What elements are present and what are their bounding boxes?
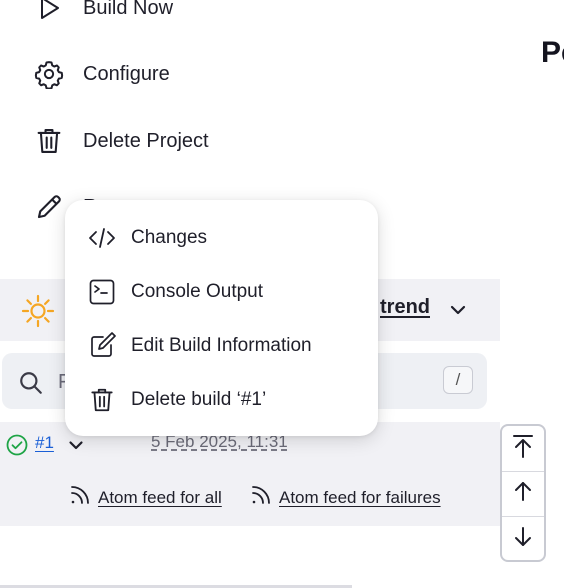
menu-item-label: Changes bbox=[131, 227, 208, 248]
build-number-link[interactable]: #1 bbox=[35, 433, 54, 453]
menu-item-changes[interactable]: Changes bbox=[87, 218, 207, 258]
atom-feed-failures-label: Atom feed for failures bbox=[279, 487, 441, 507]
menu-item-delete-build[interactable]: Delete build ‘#1’ bbox=[87, 380, 266, 420]
pencil-icon bbox=[33, 191, 65, 223]
sidebar-item-label: Build Now bbox=[83, 0, 174, 19]
build-menu-chevron-icon[interactable] bbox=[67, 436, 85, 459]
sidebar-item-build-now[interactable]: Build Now bbox=[33, 0, 173, 28]
success-status-icon bbox=[6, 434, 28, 461]
menu-item-label: Edit Build Information bbox=[131, 335, 312, 356]
sun-icon bbox=[20, 293, 56, 334]
keyboard-shortcut-hint: / bbox=[443, 366, 473, 394]
terminal-icon bbox=[87, 277, 117, 307]
build-context-menu: Changes Console Output Edit Build Inform… bbox=[65, 200, 378, 436]
menu-item-edit-build-information[interactable]: Edit Build Information bbox=[87, 326, 312, 366]
scroll-up-button[interactable] bbox=[502, 472, 544, 518]
trash-icon bbox=[33, 125, 65, 157]
menu-item-label: Delete build ‘#1’ bbox=[131, 389, 267, 410]
scroll-down-button[interactable] bbox=[502, 517, 544, 560]
search-icon bbox=[18, 370, 44, 401]
sidebar-item-label: Delete Project bbox=[83, 129, 209, 152]
chevron-down-icon[interactable] bbox=[448, 300, 468, 325]
scroll-to-top-icon bbox=[511, 433, 535, 464]
gear-icon bbox=[33, 58, 65, 90]
menu-item-label: Console Output bbox=[131, 281, 264, 302]
atom-feed-failures-link[interactable]: Atom feed for failures bbox=[250, 484, 441, 511]
edit-icon bbox=[87, 331, 117, 361]
scroll-controls bbox=[500, 424, 546, 562]
sidebar-item-delete-project[interactable]: Delete Project bbox=[33, 121, 209, 161]
sidebar-item-label: Configure bbox=[83, 62, 170, 85]
arrow-up-icon bbox=[511, 479, 535, 508]
rss-icon bbox=[250, 484, 272, 511]
arrow-down-icon bbox=[511, 525, 535, 554]
atom-feed-all-link[interactable]: Atom feed for all bbox=[69, 484, 222, 511]
scroll-to-top-button[interactable] bbox=[502, 426, 544, 472]
sidebar-item-configure[interactable]: Configure bbox=[33, 54, 170, 94]
code-icon bbox=[87, 223, 117, 253]
page-title: Pe bbox=[541, 36, 564, 69]
atom-feed-all-label: Atom feed for all bbox=[98, 487, 222, 507]
menu-item-console-output[interactable]: Console Output bbox=[87, 272, 263, 312]
rss-icon bbox=[69, 484, 91, 511]
trash-icon bbox=[87, 385, 117, 415]
trend-link[interactable]: trend bbox=[380, 296, 430, 319]
play-icon bbox=[33, 0, 65, 24]
